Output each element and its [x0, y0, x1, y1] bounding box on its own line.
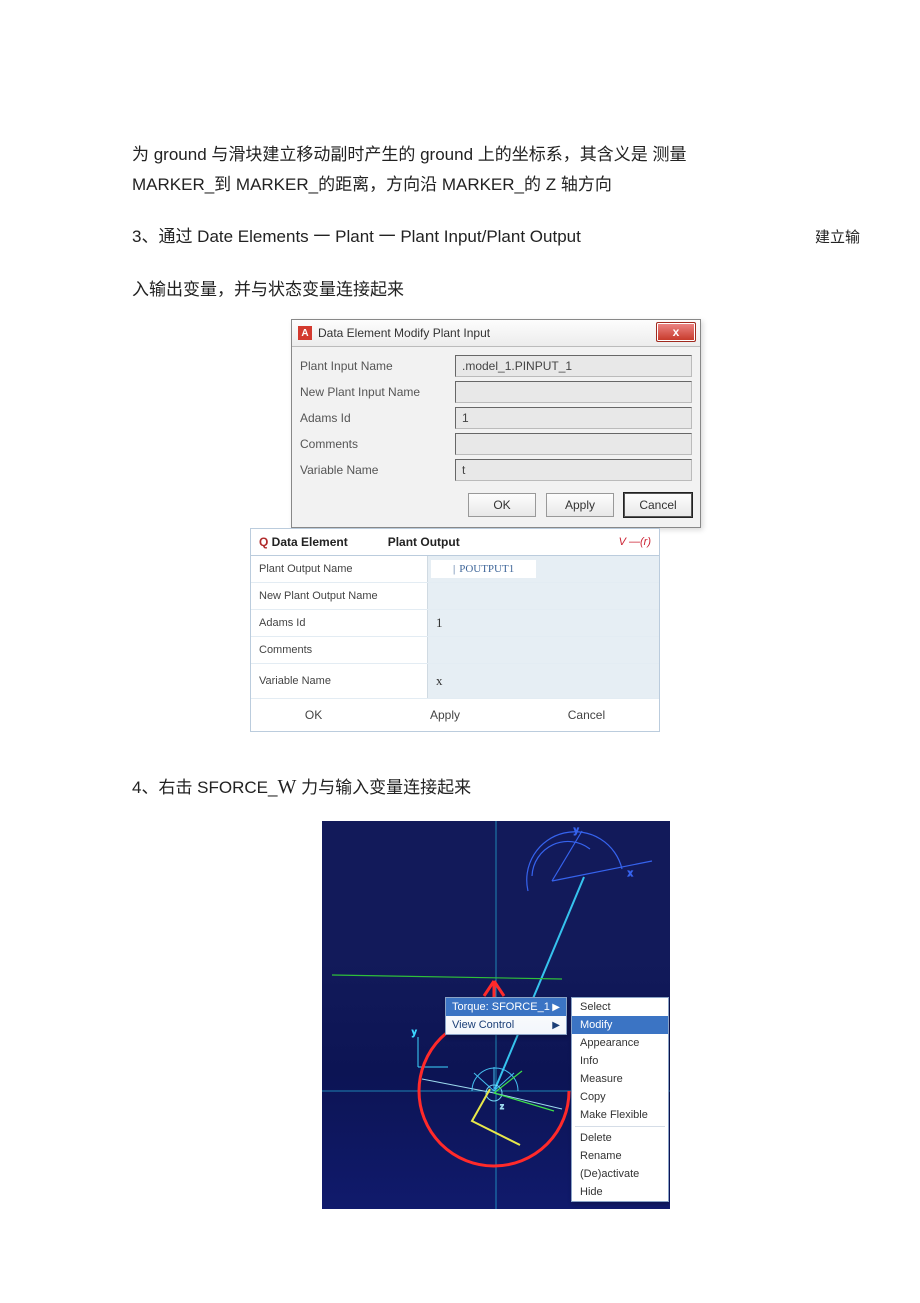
label-new-plant-output-name: New Plant Output Name — [251, 590, 427, 602]
paragraph-1-line-1: 为 ground 与滑块建立移动副时产生的 ground 上的坐标系，其含义是 … — [132, 145, 686, 164]
menu-separator — [575, 1126, 665, 1127]
input-new-plant-input-name[interactable] — [455, 381, 692, 403]
label-plant-input-name: Plant Input Name — [300, 359, 455, 373]
label-adams-id: Adams Id — [300, 411, 455, 425]
menu-item-hide[interactable]: Hide — [572, 1183, 668, 1201]
input-comments[interactable] — [455, 433, 692, 455]
dialog-title: Data Element Modify Plant Input — [318, 326, 490, 340]
chip-poutput1[interactable]: |POUTPUT1 — [431, 560, 536, 578]
step-4-post: 力与输入变量连接起来 — [296, 778, 471, 797]
step-4-W: W — [277, 776, 296, 798]
apply-button-2[interactable]: Apply — [420, 706, 470, 724]
context-menu-primary[interactable]: Torque: SFORCE_1 ▶ View Control ▶ — [445, 997, 567, 1035]
plant-output-table: Q Data Element Plant Output V —(r) Plant… — [250, 528, 660, 732]
context-menu-secondary[interactable]: Select Modify Appearance Info Measure Co… — [571, 997, 669, 1202]
input-variable-name[interactable]: t — [455, 459, 692, 481]
close-icon[interactable]: x — [656, 322, 696, 342]
header-v-label: V —(r) — [619, 536, 651, 548]
document-page: 为 ground 与滑块建立移动副时产生的 ground 上的坐标系，其含义是 … — [0, 0, 920, 1289]
step-4: 4、右击 SFORCE_W 力与输入变量连接起来 — [132, 772, 860, 803]
menu-item-info[interactable]: Info — [572, 1052, 668, 1070]
cell-adams-id-2[interactable]: 1 — [427, 610, 659, 636]
ok-button[interactable]: OK — [468, 493, 536, 517]
step-3-cont: 入输出变量，并与状态变量连接起来 — [132, 275, 860, 305]
plant-output-table-wrap: Q Data Element Plant Output V —(r) Plant… — [250, 528, 860, 732]
plant-input-dialog-wrap: A Data Element Modify Plant Input x Plan… — [132, 319, 860, 528]
menu-item-delete[interactable]: Delete — [572, 1129, 668, 1147]
step-3-overflow: 建立输 — [815, 226, 860, 247]
step-3-main: 3、通过 Date Elements 一 Plant 一 Plant Input… — [132, 222, 581, 247]
menu-item-modify[interactable]: Modify — [572, 1016, 668, 1034]
svg-text:z: z — [500, 1102, 504, 1111]
menu-item-torque-sforce-1[interactable]: Torque: SFORCE_1 ▶ — [446, 998, 566, 1016]
label-variable-name: Variable Name — [300, 463, 455, 477]
svg-text:y: y — [574, 825, 579, 835]
menu-item-appearance[interactable]: Appearance — [572, 1034, 668, 1052]
viewport-wrap: x y z y — [132, 821, 860, 1209]
cell-plant-output-name[interactable]: |POUTPUT1 — [427, 556, 659, 582]
menu-item-make-flexible[interactable]: Make Flexible — [572, 1106, 668, 1124]
menu-item-label: View Control — [452, 1019, 514, 1031]
label-variable-name-2: Variable Name — [251, 675, 427, 687]
svg-text:y: y — [412, 1027, 417, 1037]
paragraph-1: 为 ground 与滑块建立移动副时产生的 ground 上的坐标系，其含义是 … — [132, 140, 860, 200]
plant-input-dialog: A Data Element Modify Plant Input x Plan… — [291, 319, 701, 528]
label-plant-output-name: Plant Output Name — [251, 563, 427, 575]
input-adams-id[interactable]: 1 — [455, 407, 692, 429]
chevron-right-icon: ▶ — [552, 1002, 560, 1013]
cell-new-plant-output-name[interactable] — [427, 583, 659, 609]
menu-item-copy[interactable]: Copy — [572, 1088, 668, 1106]
menu-item-view-control[interactable]: View Control ▶ — [446, 1016, 566, 1034]
label-adams-id-2: Adams Id — [251, 617, 427, 629]
menu-item-measure[interactable]: Measure — [572, 1070, 668, 1088]
cell-comments-2[interactable] — [427, 637, 659, 663]
menu-item-rename[interactable]: Rename — [572, 1147, 668, 1165]
cancel-button[interactable]: Cancel — [624, 493, 692, 517]
plant-output-button-row: OK Apply Cancel — [251, 699, 659, 731]
menu-item-deactivate[interactable]: (De)activate — [572, 1165, 668, 1183]
apply-button[interactable]: Apply — [546, 493, 614, 517]
dialog-titlebar[interactable]: A Data Element Modify Plant Input x — [292, 320, 700, 347]
dialog-body: Plant Input Name .model_1.PINPUT_1 New P… — [292, 347, 700, 527]
plant-output-header: Q Data Element Plant Output V —(r) — [251, 529, 659, 556]
label-new-plant-input-name: New Plant Input Name — [300, 385, 455, 399]
label-comments: Comments — [300, 437, 455, 451]
svg-text:x: x — [628, 868, 633, 878]
header-q-data-element: Q Data Element — [259, 535, 348, 549]
cancel-button-2[interactable]: Cancel — [558, 706, 615, 724]
menu-item-label: Torque: SFORCE_1 — [452, 1001, 550, 1013]
step-4-pre: 4、右击 SFORCE_ — [132, 778, 277, 797]
step-3-line: 3、通过 Date Elements 一 Plant 一 Plant Input… — [132, 222, 860, 247]
header-plant-output: Plant Output — [388, 535, 460, 549]
menu-item-select[interactable]: Select — [572, 998, 668, 1016]
paragraph-1-line-2: MARKER_到 MARKER_的距离，方向沿 MARKER_的 Z 轴方向 — [132, 175, 612, 194]
chevron-right-icon: ▶ — [552, 1020, 560, 1031]
dialog-button-row: OK Apply Cancel — [300, 493, 692, 519]
model-viewport[interactable]: x y z y — [322, 821, 670, 1209]
label-comments-2: Comments — [251, 644, 427, 656]
app-icon: A — [298, 326, 312, 340]
ok-button-2[interactable]: OK — [295, 706, 332, 724]
input-plant-input-name[interactable]: .model_1.PINPUT_1 — [455, 355, 692, 377]
cell-variable-name-2[interactable]: x — [427, 664, 659, 698]
